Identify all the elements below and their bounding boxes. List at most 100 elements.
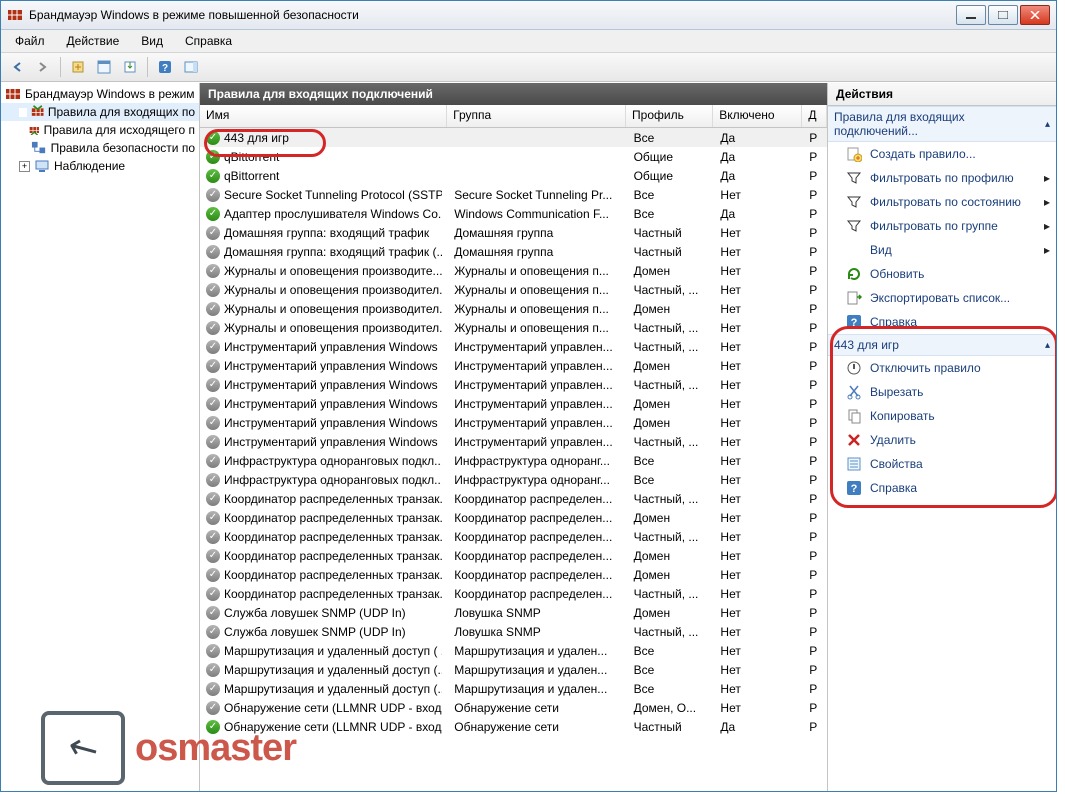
rule-row[interactable]: ✓Служба ловушек SNMP (UDP In)Ловушка SNM… [200, 622, 827, 641]
refresh-icon [846, 266, 862, 282]
rule-enabled: Нет [714, 606, 803, 620]
rule-name: Домашняя группа: входящий трафик (... [224, 245, 442, 259]
action-copy[interactable]: Копировать [828, 404, 1056, 428]
col-more[interactable]: Д [802, 105, 827, 127]
rule-status-icon: ✓ [206, 416, 220, 430]
menu-file[interactable]: Файл [5, 32, 55, 50]
rule-more: Р [803, 283, 827, 297]
rule-status-icon: ✓ [206, 720, 220, 734]
rule-row[interactable]: ✓Журналы и оповещения производител...Жур… [200, 280, 827, 299]
action-newrule[interactable]: Создать правило... [828, 142, 1056, 166]
rule-row[interactable]: ✓Инструментарий управления Windows ...Ин… [200, 356, 827, 375]
rule-row[interactable]: ✓Инструментарий управления Windows ...Ин… [200, 337, 827, 356]
col-name[interactable]: Имя [200, 105, 447, 127]
rule-row[interactable]: ✓Журналы и оповещения производител...Жур… [200, 318, 827, 337]
action-help[interactable]: ?Справка [828, 476, 1056, 500]
action-refresh[interactable]: Обновить [828, 262, 1056, 286]
rule-profile: Частный, ... [628, 435, 715, 449]
col-group[interactable]: Группа [447, 105, 626, 127]
rules-list-body[interactable]: ✓443 для игрВсеДаР✓qBittorrentОбщиеДаР✓q… [200, 128, 827, 791]
rule-row[interactable]: ✓Адаптер прослушивателя Windows Co...Win… [200, 204, 827, 223]
rule-row[interactable]: ✓Инструментарий управления Windows ...Ин… [200, 375, 827, 394]
tree-node-inbound[interactable]: Правила для входящих по [1, 103, 199, 121]
rule-row[interactable]: ✓Secure Socket Tunneling Protocol (SSTP-… [200, 185, 827, 204]
tree-node-monitoring[interactable]: +Наблюдение [1, 157, 199, 175]
rule-row[interactable]: ✓Инфраструктура одноранговых подкл...Инф… [200, 470, 827, 489]
rule-profile: Домен [628, 606, 715, 620]
rule-row[interactable]: ✓Инфраструктура одноранговых подкл...Инф… [200, 451, 827, 470]
menu-action[interactable]: Действие [57, 32, 130, 50]
col-profile[interactable]: Профиль [626, 105, 713, 127]
menu-help[interactable]: Справка [175, 32, 242, 50]
rule-more: Р [803, 188, 827, 202]
tree-node-outbound[interactable]: Правила для исходящего п [1, 121, 199, 139]
rule-row[interactable]: ✓Координатор распределенных транзак...Ко… [200, 584, 827, 603]
nav-back-button[interactable] [5, 55, 29, 79]
rule-row[interactable]: ✓Инструментарий управления Windows ...Ин… [200, 413, 827, 432]
actions-section-rules-header[interactable]: Правила для входящих подключений... ▴ [828, 106, 1056, 142]
rule-row[interactable]: ✓Маршрутизация и удаленный доступ (...Ма… [200, 660, 827, 679]
maximize-button[interactable] [988, 5, 1018, 25]
rule-status-icon: ✓ [206, 492, 220, 506]
actions-section-selection-header[interactable]: 443 для игр ▴ [828, 334, 1056, 356]
toolbar-help-button[interactable]: ? [153, 55, 177, 79]
toolbar-newrule-button[interactable] [66, 55, 90, 79]
rule-row[interactable]: ✓Маршрутизация и удаленный доступ ( ...М… [200, 641, 827, 660]
action-export[interactable]: Экспортировать список... [828, 286, 1056, 310]
toolbar-panel-button[interactable] [179, 55, 203, 79]
rule-row[interactable]: ✓qBittorrentОбщиеДаР [200, 147, 827, 166]
action-filter[interactable]: Фильтровать по профилю▸ [828, 166, 1056, 190]
rule-row[interactable]: ✓Координатор распределенных транзак...Ко… [200, 546, 827, 565]
tree-root-node[interactable]: Брандмауэр Windows в режим [1, 85, 199, 103]
rule-row[interactable]: ✓Координатор распределенных транзак...Ко… [200, 527, 827, 546]
rule-row[interactable]: ✓Инструментарий управления Windows ...Ин… [200, 394, 827, 413]
rule-profile: Домен, О... [628, 701, 715, 715]
rule-row[interactable]: ✓qBittorrentОбщиеДаР [200, 166, 827, 185]
action-help[interactable]: ?Справка [828, 310, 1056, 334]
close-button[interactable] [1020, 5, 1050, 25]
col-enabled[interactable]: Включено [713, 105, 802, 127]
rule-row[interactable]: ✓Координатор распределенных транзак...Ко… [200, 508, 827, 527]
rule-row[interactable]: ✓Обнаружение сети (LLMNR UDP - входя...О… [200, 717, 827, 736]
rule-row[interactable]: ✓Журналы и оповещения производител...Жур… [200, 299, 827, 318]
rule-more: Р [803, 150, 827, 164]
rule-status-icon: ✓ [206, 530, 220, 544]
rule-row[interactable]: ✓Координатор распределенных транзак...Ко… [200, 489, 827, 508]
rule-more: Р [803, 131, 827, 145]
rule-name: Инструментарий управления Windows ... [224, 340, 442, 354]
rule-row[interactable]: ✓Координатор распределенных транзак...Ко… [200, 565, 827, 584]
rule-profile: Частный [628, 245, 715, 259]
action-filter[interactable]: Фильтровать по состоянию▸ [828, 190, 1056, 214]
action-filter[interactable]: Фильтровать по группе▸ [828, 214, 1056, 238]
action-disable[interactable]: Отключить правило [828, 356, 1056, 380]
expander-icon[interactable]: + [19, 161, 30, 172]
toolbar-properties-button[interactable] [92, 55, 116, 79]
rule-row[interactable]: ✓Домашняя группа: входящий трафикДомашня… [200, 223, 827, 242]
toolbar-export-button[interactable] [118, 55, 142, 79]
rule-profile: Все [628, 131, 715, 145]
rule-name: Маршрутизация и удаленный доступ (... [224, 663, 442, 677]
rule-row[interactable]: ✓Журналы и оповещения производите...Журн… [200, 261, 827, 280]
action-cut[interactable]: Вырезать [828, 380, 1056, 404]
nav-forward-button[interactable] [31, 55, 55, 79]
rule-name: Домашняя группа: входящий трафик [224, 226, 429, 240]
tree-node-connsec[interactable]: Правила безопасности по [1, 139, 199, 157]
copy-icon [846, 408, 862, 424]
rule-row[interactable]: ✓Инструментарий управления Windows ...Ин… [200, 432, 827, 451]
rule-more: Р [803, 454, 827, 468]
rule-row[interactable]: ✓Домашняя группа: входящий трафик (...До… [200, 242, 827, 261]
action-label: Справка [870, 315, 917, 329]
rule-row[interactable]: ✓443 для игрВсеДаР [200, 128, 827, 147]
rule-more: Р [803, 720, 827, 734]
rule-profile: Домен [628, 397, 715, 411]
action-props[interactable]: Свойства [828, 452, 1056, 476]
action-delete[interactable]: Удалить [828, 428, 1056, 452]
minimize-button[interactable] [956, 5, 986, 25]
rule-row[interactable]: ✓Маршрутизация и удаленный доступ (...Ма… [200, 679, 827, 698]
rule-row[interactable]: ✓Служба ловушек SNMP (UDP In)Ловушка SNM… [200, 603, 827, 622]
rule-more: Р [803, 264, 827, 278]
action-view[interactable]: Вид▸ [828, 238, 1056, 262]
rule-enabled: Да [714, 150, 803, 164]
menu-view[interactable]: Вид [131, 32, 173, 50]
rule-row[interactable]: ✓Обнаружение сети (LLMNR UDP - входя...О… [200, 698, 827, 717]
